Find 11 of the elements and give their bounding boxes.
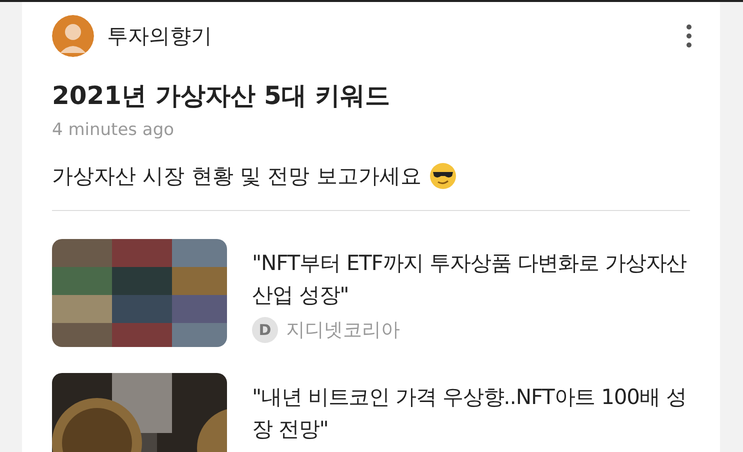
source-name: 지디넷코리아	[286, 318, 400, 343]
article-headline[interactable]: "내년 비트코인 가격 우상향..NFT아트 100배 성장 전망"	[252, 381, 690, 445]
source-logo: D	[252, 317, 278, 343]
more-icon[interactable]	[686, 24, 692, 48]
post-time: 4 minutes ago	[52, 120, 176, 140]
sunglasses-face-icon	[429, 162, 458, 190]
article-headline[interactable]: "NFT부터 ETF까지 투자상품 다변화로 가상자산 산업 성장"	[252, 247, 690, 311]
author-name[interactable]: 투자의향기	[107, 22, 673, 50]
avatar-icon[interactable]	[52, 15, 94, 57]
post-title: 2021년 가상자산 5대 키워드	[52, 80, 392, 112]
post-text: 가상자산 시장 현황 및 전망 보고가세요	[52, 163, 422, 190]
